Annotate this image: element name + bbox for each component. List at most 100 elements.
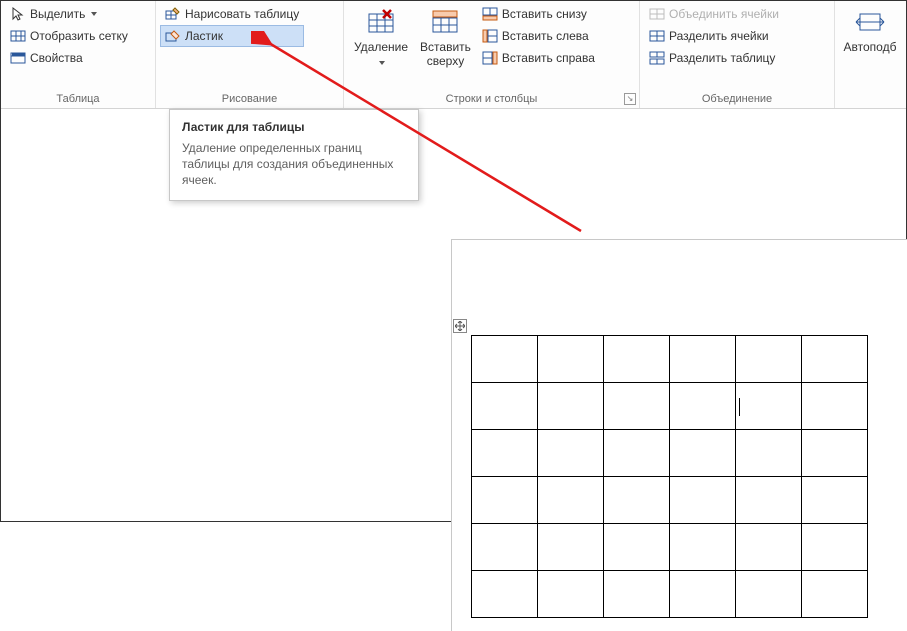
table-cell[interactable] [736, 383, 802, 430]
table-cell[interactable] [472, 477, 538, 524]
split-cells-icon [649, 28, 665, 44]
table-cell[interactable] [472, 524, 538, 571]
eraser-label: Ластик [185, 29, 223, 43]
table-move-handle[interactable] [453, 319, 467, 333]
table-cell[interactable] [670, 524, 736, 571]
properties-label: Свойства [30, 51, 83, 65]
table-cell[interactable] [670, 336, 736, 383]
text-cursor [739, 398, 740, 416]
insert-below-label: Вставить снизу [502, 7, 587, 21]
chevron-down-icon [379, 61, 385, 65]
eraser-icon [165, 28, 181, 44]
table-cell[interactable] [538, 383, 604, 430]
chevron-down-icon [91, 12, 97, 16]
group-autofit: Автоподб [835, 1, 905, 108]
group-table: Выделить Отобразить сетку Свойства Табли… [1, 1, 156, 108]
merge-cells-button[interactable]: Объединить ячейки [644, 3, 784, 25]
delete-button[interactable]: Удаление [348, 3, 414, 68]
group-rows-cols-label: Строки и столбцы [348, 91, 635, 108]
select-button[interactable]: Выделить [5, 3, 133, 25]
insert-above-label: Вставитьсверху [420, 40, 471, 68]
insert-left-label: Вставить слева [502, 29, 589, 43]
table-cell[interactable] [604, 383, 670, 430]
table-cell[interactable] [538, 430, 604, 477]
draw-table-button[interactable]: Нарисовать таблицу [160, 3, 304, 25]
table-cell[interactable] [802, 571, 868, 618]
show-grid-label: Отобразить сетку [30, 29, 128, 43]
properties-button[interactable]: Свойства [5, 47, 133, 69]
tooltip-title: Ластик для таблицы [182, 120, 406, 134]
table-cell[interactable] [802, 430, 868, 477]
table-cell[interactable] [802, 383, 868, 430]
table-cell[interactable] [538, 524, 604, 571]
eraser-button[interactable]: Ластик [160, 25, 304, 47]
autofit-button[interactable]: Автоподб [839, 3, 901, 54]
split-cells-button[interactable]: Разделить ячейки [644, 25, 784, 47]
table-cell[interactable] [538, 477, 604, 524]
group-drawing-label: Рисование [160, 91, 339, 108]
insert-right-button[interactable]: Вставить справа [477, 47, 600, 69]
table-cell[interactable] [802, 524, 868, 571]
table-cell[interactable] [604, 477, 670, 524]
insert-right-label: Вставить справа [502, 51, 595, 65]
table-cell[interactable] [670, 383, 736, 430]
show-grid-button[interactable]: Отобразить сетку [5, 25, 133, 47]
insert-left-button[interactable]: Вставить слева [477, 25, 600, 47]
group-autofit-label [839, 91, 901, 108]
properties-icon [10, 50, 26, 66]
select-label: Выделить [30, 7, 85, 21]
table-cell[interactable] [736, 430, 802, 477]
group-rows-cols: Удаление Вставитьсверху Вставить снизу В… [344, 1, 640, 108]
group-merge: Объединить ячейки Разделить ячейки Разде… [640, 1, 835, 108]
table-cell[interactable] [472, 383, 538, 430]
split-table-icon [649, 50, 665, 66]
autofit-label: Автоподб [844, 40, 897, 54]
group-drawing: Нарисовать таблицу Ластик Рисование [156, 1, 344, 108]
group-merge-label: Объединение [644, 91, 830, 108]
table-cell[interactable] [736, 477, 802, 524]
table-cell[interactable] [736, 336, 802, 383]
table-cell[interactable] [604, 571, 670, 618]
table-cell[interactable] [604, 430, 670, 477]
table-cell[interactable] [538, 571, 604, 618]
table-cell[interactable] [604, 524, 670, 571]
grid-icon [10, 28, 26, 44]
autofit-icon [854, 6, 886, 38]
tooltip-body: Удаление определенных границ таблицы для… [182, 140, 406, 188]
split-table-label: Разделить таблицу [669, 51, 775, 65]
insert-above-icon [429, 6, 461, 38]
pencil-table-icon [165, 6, 181, 22]
insert-above-button[interactable]: Вставитьсверху [414, 3, 477, 68]
group-table-label: Таблица [5, 91, 151, 108]
document-table[interactable] [471, 335, 868, 618]
draw-table-label: Нарисовать таблицу [185, 7, 299, 21]
delete-table-icon [365, 6, 397, 38]
insert-left-icon [482, 28, 498, 44]
table-cell[interactable] [736, 571, 802, 618]
table-cell[interactable] [538, 336, 604, 383]
split-cells-label: Разделить ячейки [669, 29, 769, 43]
split-table-button[interactable]: Разделить таблицу [644, 47, 784, 69]
table-cell[interactable] [670, 571, 736, 618]
insert-right-icon [482, 50, 498, 66]
table-cell[interactable] [670, 430, 736, 477]
table-cell[interactable] [802, 336, 868, 383]
table-cell[interactable] [802, 477, 868, 524]
table-cell[interactable] [472, 430, 538, 477]
insert-below-button[interactable]: Вставить снизу [477, 3, 600, 25]
tooltip: Ластик для таблицы Удаление определенных… [169, 109, 419, 201]
table-cell[interactable] [472, 336, 538, 383]
delete-label: Удаление [354, 40, 408, 54]
insert-below-icon [482, 6, 498, 22]
cursor-icon [10, 6, 26, 22]
move-icon [455, 321, 465, 331]
table-cell[interactable] [670, 477, 736, 524]
merge-cells-label: Объединить ячейки [669, 7, 779, 21]
merge-cells-icon [649, 6, 665, 22]
ribbon: Выделить Отобразить сетку Свойства Табли… [1, 1, 906, 109]
table-cell[interactable] [736, 524, 802, 571]
document-area [1, 109, 906, 521]
dialog-launcher-icon[interactable]: ↘ [624, 93, 636, 105]
table-cell[interactable] [604, 336, 670, 383]
table-cell[interactable] [472, 571, 538, 618]
